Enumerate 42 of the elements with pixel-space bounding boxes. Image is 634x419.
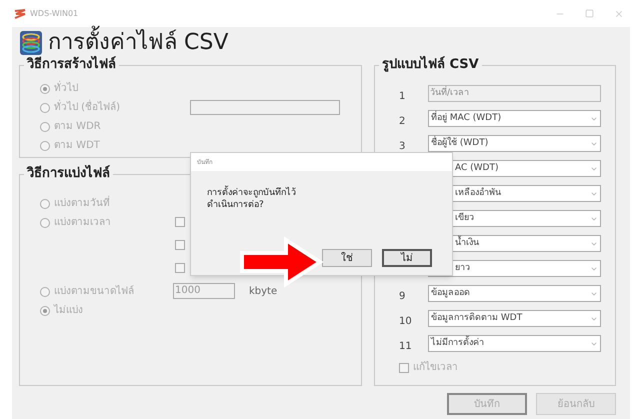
option-label: ทั่วไป (ชื่อไฟล์) [54,100,120,115]
row-number: 1 [399,90,406,102]
option-label: แบ่งตามขนาดไฟล์ [54,284,134,299]
option-label: แบ่งตามเวลา [54,216,111,230]
row-number: 9 [399,290,406,302]
app-logo-icon [14,8,26,18]
no-button[interactable]: ไม่ [382,249,432,267]
radio-button[interactable] [40,140,50,150]
row-number: 3 [399,140,406,152]
dropdown[interactable]: ข้อมูลการติดตาม WDT [428,310,601,327]
yes-button[interactable]: ใช่ [322,249,372,267]
radio-button[interactable] [40,102,50,112]
checkbox[interactable] [175,263,185,273]
row-number: 11 [399,340,412,352]
window-title: WDS-WIN01 [30,8,78,20]
group-title: รูปแบบไฟล์ CSV [379,56,482,74]
maximize-icon[interactable] [585,8,594,18]
row-number: 10 [399,316,412,326]
radio-button[interactable] [40,84,50,94]
app-icon [20,31,42,55]
close-icon[interactable] [614,8,624,18]
radio-button[interactable] [40,286,50,296]
radio-button[interactable] [40,198,50,208]
checkbox[interactable] [175,217,185,227]
option-label: ไม่แบ่ง [54,303,83,318]
checkbox[interactable] [175,240,185,250]
option-label: ทั่วไป [54,81,78,96]
dropdown[interactable]: ไม่มีการตั้งค่า [428,335,601,352]
checkbox[interactable] [399,362,409,372]
radio-button[interactable] [40,218,50,228]
unit-label: kbyte [249,284,278,298]
dropdown[interactable]: ข้อมูลออด [428,285,601,302]
radio-button[interactable] [40,306,50,316]
row-number: 2 [399,116,406,126]
option-label: ตาม WDR [54,120,101,134]
dropdown[interactable]: ที่อยู่ MAC (WDT) [428,110,601,127]
filename-field[interactable] [190,100,340,115]
dropdown[interactable]: ชื่อผู้ใช้ (WDT) [428,135,601,152]
radio-button[interactable] [40,122,50,132]
option-label: ตาม WDT [54,139,100,153]
option-label: แบ่งตามวันที่ [54,196,110,211]
checkbox-label: แก้ไขเวลา [413,360,458,375]
